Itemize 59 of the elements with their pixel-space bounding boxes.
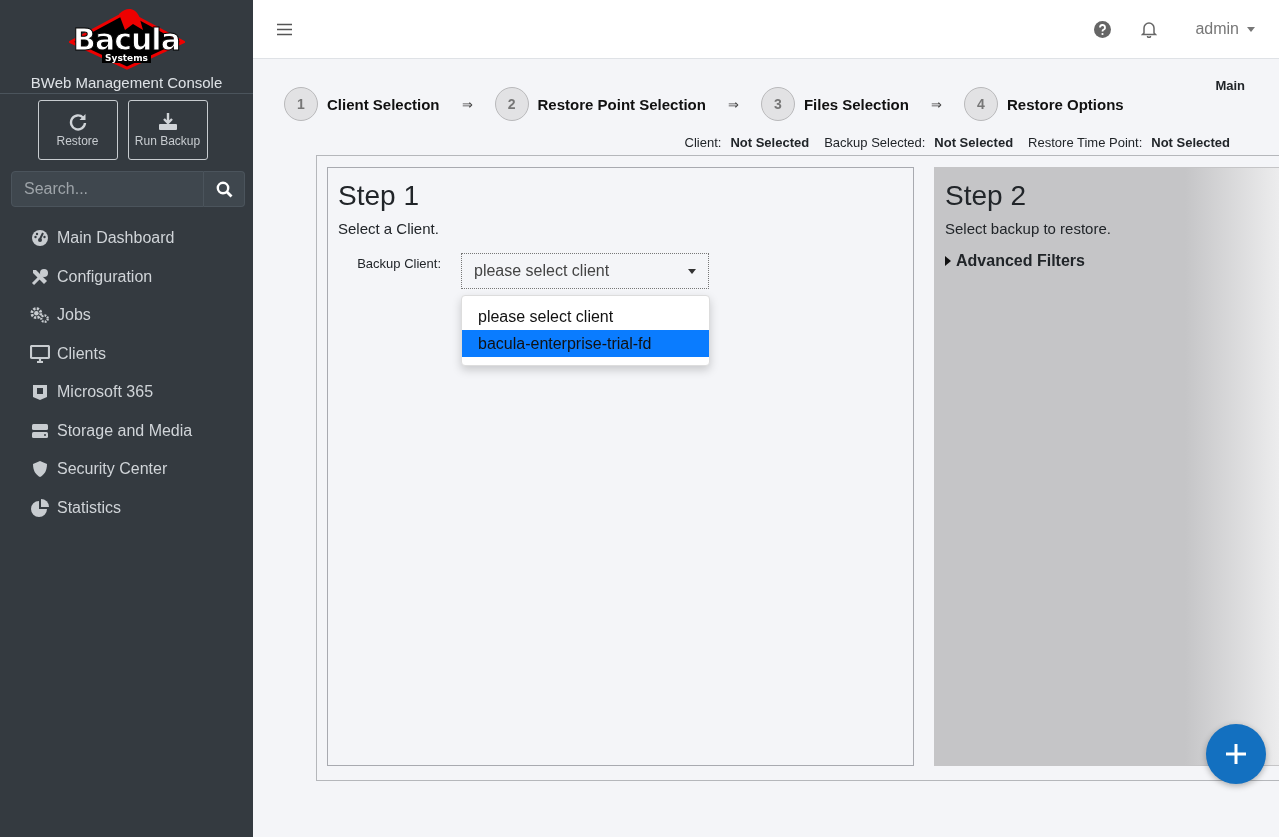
sidebar-item[interactable]: Storage and Media [0,411,253,450]
step-number: 1 [284,87,318,121]
summary-label: Client: [684,135,722,150]
step-arrow: ⇒ [461,96,473,112]
pie-chart-icon [30,498,50,517]
sidebar-item[interactable]: Main Dashboard [0,219,253,258]
sidebar-item[interactable]: Configuration [0,257,253,296]
step-arrow: ⇒ [727,96,739,112]
search-button[interactable] [204,171,245,207]
tools-icon [30,267,50,286]
breadcrumb: Main [1215,78,1245,93]
summary-value: Not Selected [934,135,1014,150]
step-number: 3 [760,87,795,121]
run-backup-button[interactable]: Run Backup [127,100,208,160]
restore-button[interactable]: Restore [37,100,118,160]
step-description: Select backup to restore. [945,220,1112,237]
sidebar-item[interactable]: Clients [0,334,253,373]
refresh-icon [68,112,87,131]
advanced-filters-toggle[interactable]: Advanced Filters [945,252,1279,270]
gauge-icon [30,229,50,248]
dropdown-option[interactable]: bacula-enterprise-trial-fd [462,330,709,357]
step-label: Client Selection [327,95,440,113]
download-icon [157,112,178,131]
hard-drive-icon [30,422,50,439]
client-select[interactable]: please select client [461,253,709,289]
app-title: BWeb Management Console [30,74,223,91]
triangle-icon [945,256,951,266]
sidebar-item[interactable]: Jobs [0,296,253,335]
sidebar-item[interactable]: Security Center [0,450,253,489]
shield-icon [30,460,50,479]
office-icon [30,383,50,402]
summary-label: Restore Time Point: [1028,135,1143,150]
search-icon [215,180,233,198]
help-icon[interactable] [1094,20,1112,38]
step-arrow: ⇒ [930,96,942,112]
step-description: Select a Client. [338,220,440,237]
plus-icon [1225,743,1247,765]
search-field[interactable]: Search... [11,171,204,207]
step-label: Restore Point Selection [537,95,706,113]
monitor-icon [30,344,50,363]
dropdown-option[interactable]: please select client [462,303,709,330]
step-label: Restore Options [1006,95,1124,113]
summary-label: Backup Selected: [824,135,926,150]
step-number: 4 [963,87,998,121]
bell-icon[interactable] [1141,20,1158,38]
step-label: Files Selection [803,95,909,113]
menu-icon [277,22,292,36]
caret-icon [688,268,696,274]
summary-value: Not Selected [1151,135,1230,150]
user-menu[interactable]: admin [1195,20,1255,38]
summary-value: Not Selected [730,135,810,150]
step-title: Step 2 [945,180,1027,212]
field-label: Backup Client: [356,255,441,273]
cogs-icon [30,306,50,325]
step-title: Step 1 [338,180,420,212]
step-number: 2 [494,87,529,121]
sidebar-item[interactable]: Microsoft 365 [0,373,253,412]
sidebar-item[interactable]: Statistics [0,488,253,527]
bacula-logo: Bacula Systems [68,6,185,70]
